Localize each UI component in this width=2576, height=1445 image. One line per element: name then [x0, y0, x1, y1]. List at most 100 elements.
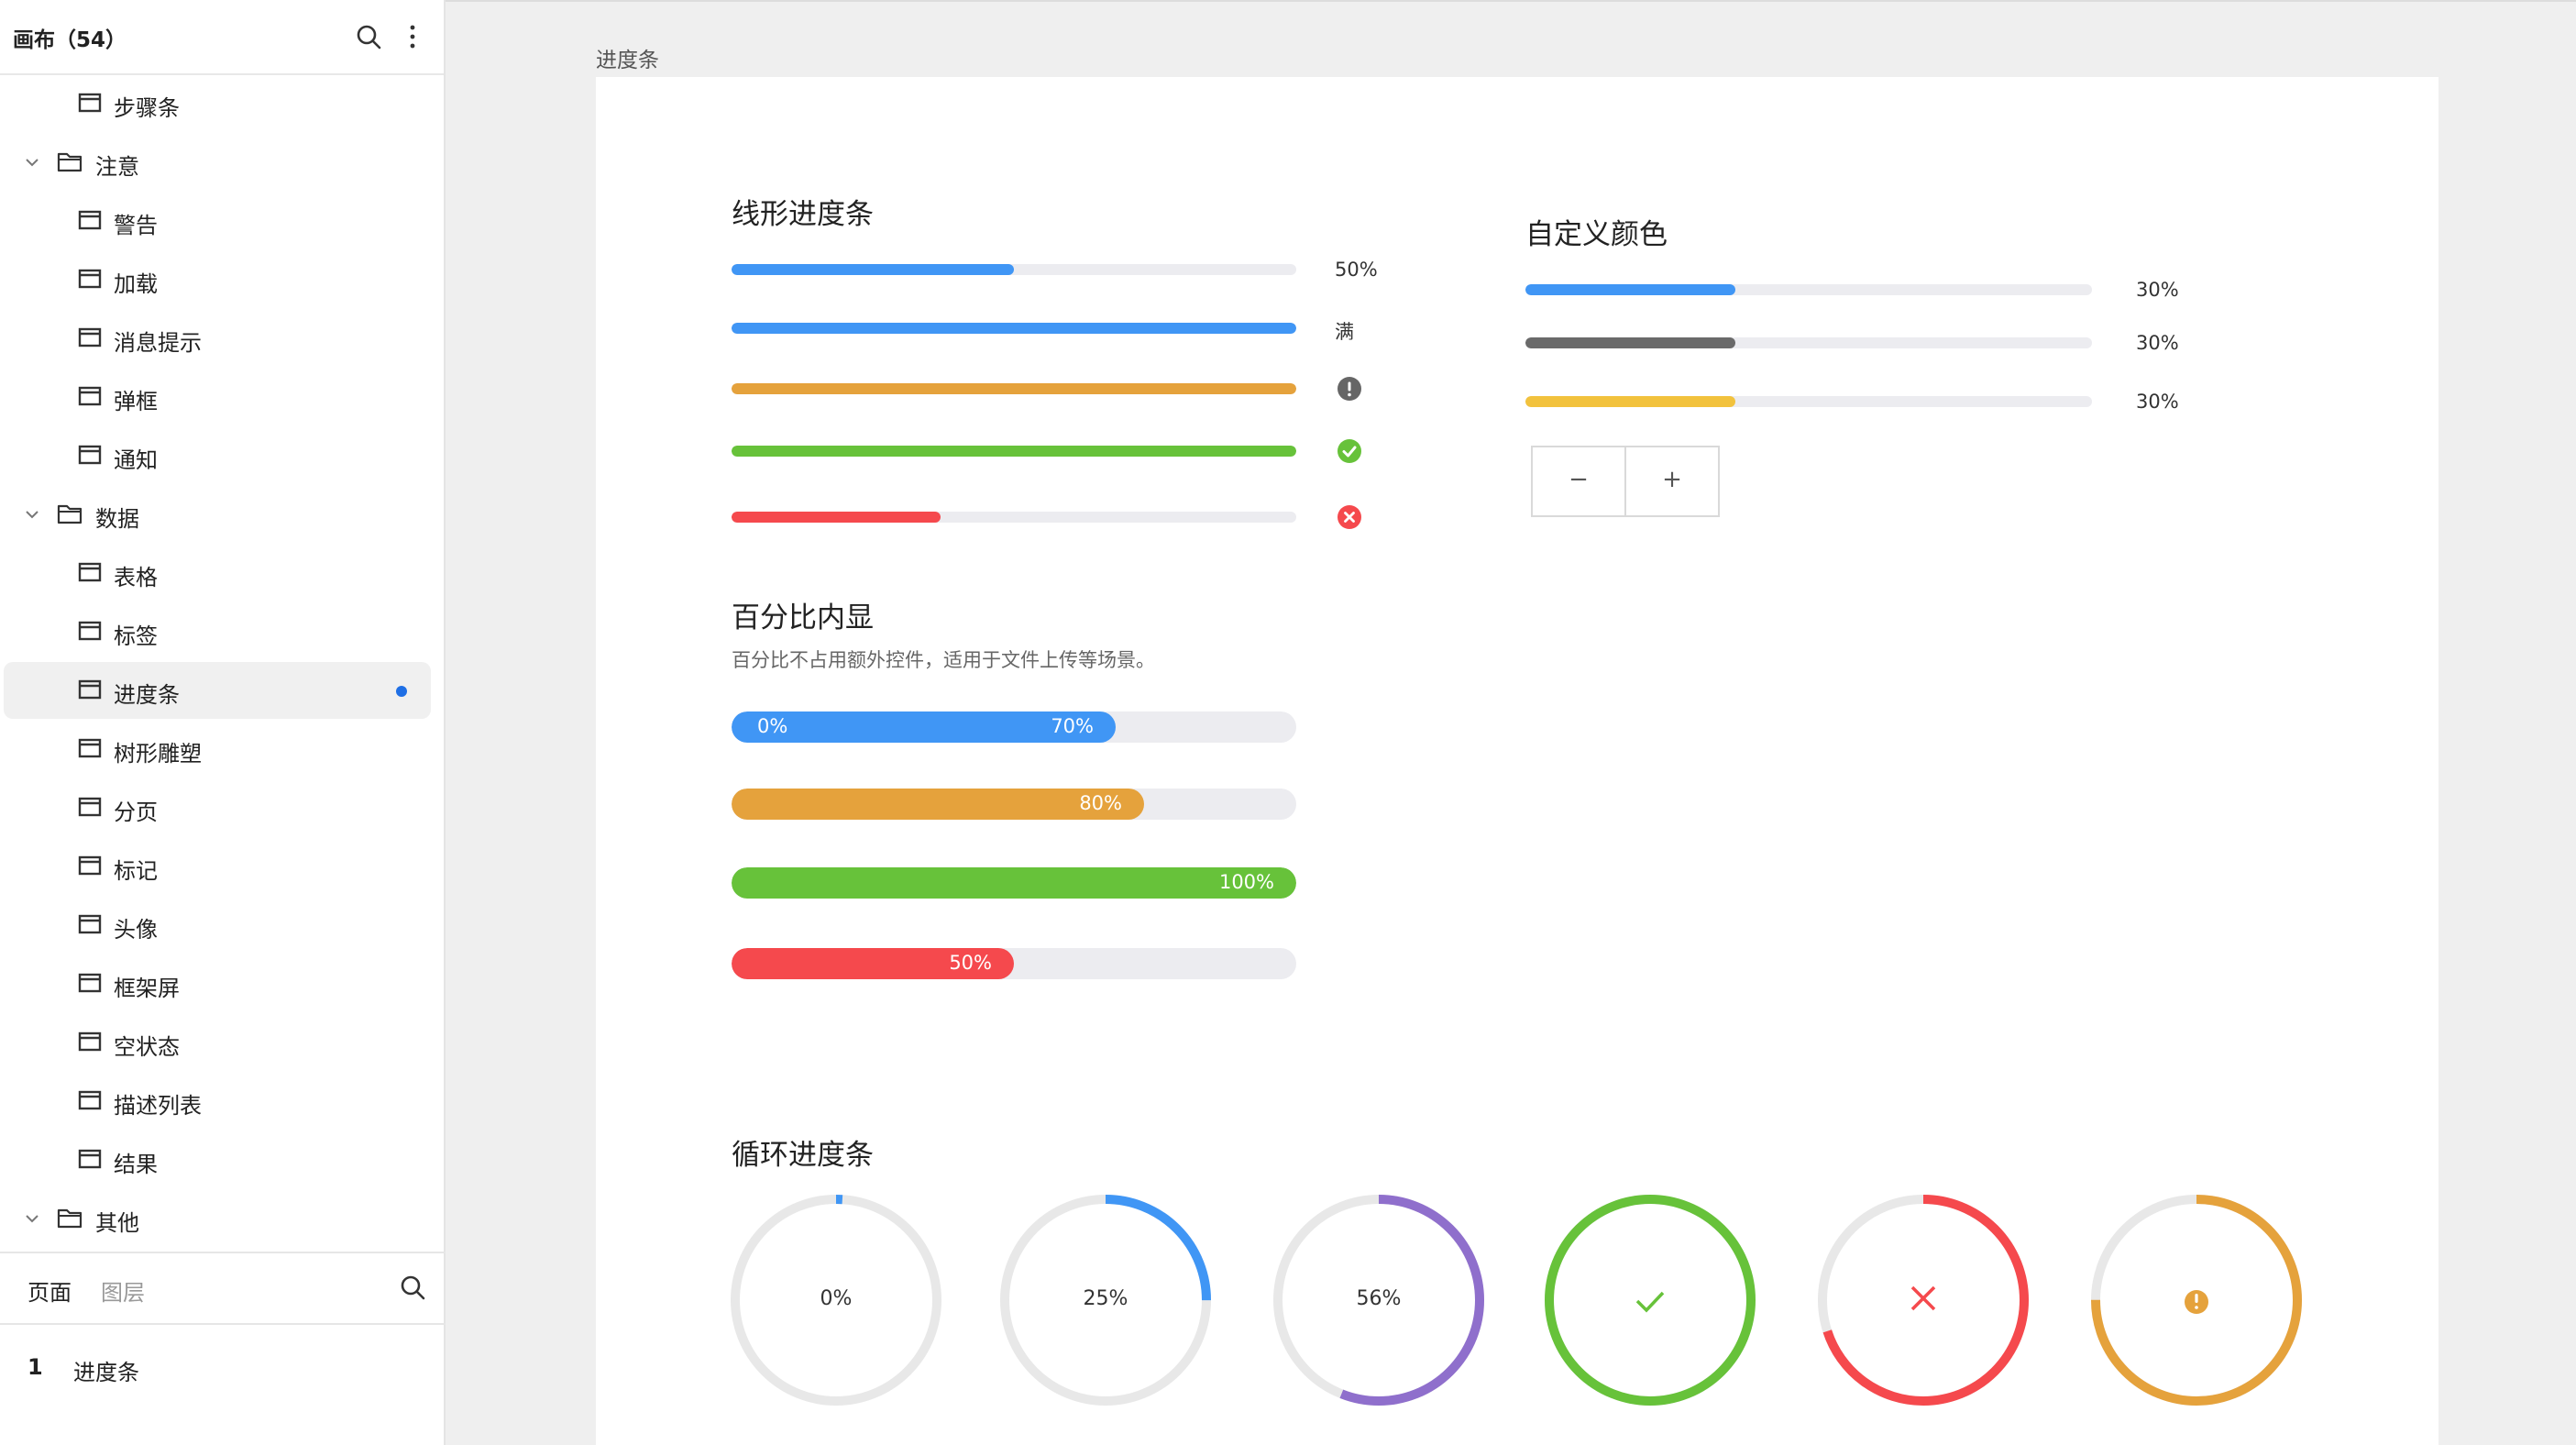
percent-stepper: − +	[1531, 446, 1720, 517]
progress-fill	[1525, 396, 1735, 407]
circular-section-title: 循环进度条	[732, 1139, 874, 1172]
tree-item[interactable]: 描述列表	[0, 1073, 446, 1130]
chevron-down-icon[interactable]	[22, 1208, 42, 1229]
frame-icon	[78, 621, 102, 641]
progress-fill	[732, 383, 1296, 394]
inner-percent-section-title: 百分比内显	[732, 601, 874, 634]
tree-item[interactable]: 警告	[0, 193, 446, 249]
inner-progress-bar: 50%	[732, 948, 1296, 979]
circular-progress: 56%	[1271, 1192, 1487, 1408]
tree-item[interactable]: 头像	[0, 897, 446, 954]
chevron-down-icon[interactable]	[22, 152, 42, 172]
tree-item[interactable]: 注意	[0, 134, 446, 191]
inner-progress-bar: 0% 70%	[732, 711, 1296, 743]
folder-icon	[57, 152, 83, 172]
frame-icon	[78, 562, 102, 582]
inner-progress-bar: 100%	[732, 867, 1296, 899]
progress-start-label: 0%	[757, 715, 788, 737]
tree-item-label: 表格	[114, 565, 158, 590]
circular-percent-label: 0%	[820, 1287, 853, 1310]
tree-item-label: 标签	[114, 623, 158, 649]
progress-fill	[732, 512, 941, 523]
frame-icon	[78, 1149, 102, 1169]
progress-percent-label: 满	[1335, 321, 1354, 343]
frame-icon	[78, 1031, 102, 1052]
tree-item-label: 头像	[114, 917, 158, 943]
decrease-button[interactable]: −	[1533, 447, 1626, 515]
frame-icon	[78, 210, 102, 230]
linear-progress-bar	[732, 446, 1296, 457]
progress-fill	[1525, 284, 1735, 295]
tree-item[interactable]: 消息提示	[0, 310, 446, 367]
error-icon	[1338, 505, 1361, 529]
tree-item-label: 框架屏	[114, 976, 180, 1001]
tree-item[interactable]: 步骤条	[0, 75, 446, 132]
tree-item[interactable]: 通知	[0, 427, 446, 484]
frame-icon	[78, 386, 102, 406]
circular-percent-label: 56%	[1356, 1287, 1402, 1310]
tree-item-label: 步骤条	[114, 95, 180, 121]
progress-fill	[1525, 337, 1735, 348]
tree-item[interactable]: 空状态	[0, 1014, 446, 1071]
tree-item[interactable]: 其他	[0, 1190, 446, 1247]
more-options-icon[interactable]	[402, 22, 424, 51]
tree-item-label: 注意	[95, 154, 139, 180]
sidebar-tabs: 页面 图层	[0, 1253, 446, 1325]
sidebar-header: 画布（54）	[0, 0, 444, 75]
frame-icon	[78, 914, 102, 934]
progress-percent-label: 50%	[1335, 259, 1378, 281]
warning-icon	[2185, 1290, 2208, 1314]
frame-icon	[78, 855, 102, 876]
progress-fill	[732, 323, 1296, 334]
circular-progress-ring	[1545, 1195, 1756, 1406]
linear-progress-bar	[732, 512, 1296, 523]
progress-percent-label: 30%	[2136, 279, 2179, 301]
custom-progress-bar	[1525, 337, 2092, 348]
tree-item-label: 树形雕塑	[114, 741, 202, 767]
tree-item[interactable]: 标签	[0, 603, 446, 660]
tree-item[interactable]: 表格	[0, 545, 446, 601]
frame-icon	[78, 1090, 102, 1110]
tree-item[interactable]: 分页	[0, 779, 446, 836]
linear-section-title: 线形进度条	[732, 198, 874, 231]
tree-item-label: 加载	[114, 271, 158, 297]
tree-item[interactable]: 树形雕塑	[0, 721, 446, 778]
tree-item[interactable]: 结果	[0, 1131, 446, 1188]
chevron-down-icon[interactable]	[22, 504, 42, 524]
tree-item[interactable]: 弹框	[0, 369, 446, 425]
tree-item[interactable]: 框架屏	[0, 955, 446, 1012]
tree-item-label: 数据	[95, 506, 139, 532]
frame-icon	[78, 973, 102, 993]
canvas-title: 画布（54）	[13, 28, 127, 52]
frame-label[interactable]: 进度条	[596, 42, 659, 73]
progress-percent-label: 100%	[1218, 871, 1274, 893]
progress-percent-label: 30%	[2136, 391, 2179, 413]
tree-item[interactable]: 标记	[0, 838, 446, 895]
circular-progress: 25%	[997, 1192, 1214, 1408]
page-name: 进度条	[73, 1360, 139, 1385]
increase-label: +	[1662, 466, 1682, 493]
tree-item[interactable]: 数据	[0, 486, 446, 543]
frame-icon	[78, 738, 102, 758]
frame-icon	[78, 679, 102, 700]
selection-highlight	[4, 662, 431, 719]
progress-percent-label: 80%	[1079, 792, 1122, 814]
frame-icon	[78, 93, 102, 113]
tree-item-label: 其他	[95, 1210, 139, 1236]
search-icon[interactable]	[354, 22, 383, 51]
tab-layers[interactable]: 图层	[101, 1274, 145, 1307]
progress-percent-label: 70%	[1051, 715, 1094, 737]
tree-item-label: 进度条	[114, 682, 180, 708]
tree-item-label: 消息提示	[114, 330, 202, 356]
tree-item-label: 弹框	[114, 389, 158, 414]
tree-item[interactable]: 进度条	[0, 662, 446, 719]
page-list-item[interactable]: 1 进度条	[0, 1343, 446, 1395]
increase-button[interactable]: +	[1626, 447, 1718, 515]
folder-icon	[57, 504, 83, 524]
circular-progress: 0%	[728, 1192, 944, 1408]
circular-progress	[2088, 1192, 2305, 1408]
tree-item[interactable]: 加载	[0, 251, 446, 308]
search-icon[interactable]	[398, 1273, 427, 1302]
tab-pages[interactable]: 页面	[28, 1274, 72, 1307]
sidebar: 画布（54） 步骤条 注意 警告 加载 消息提示 弹框 通知 数据 表格 标签 进度条 树形雕塑 分页标…	[0, 0, 446, 1445]
